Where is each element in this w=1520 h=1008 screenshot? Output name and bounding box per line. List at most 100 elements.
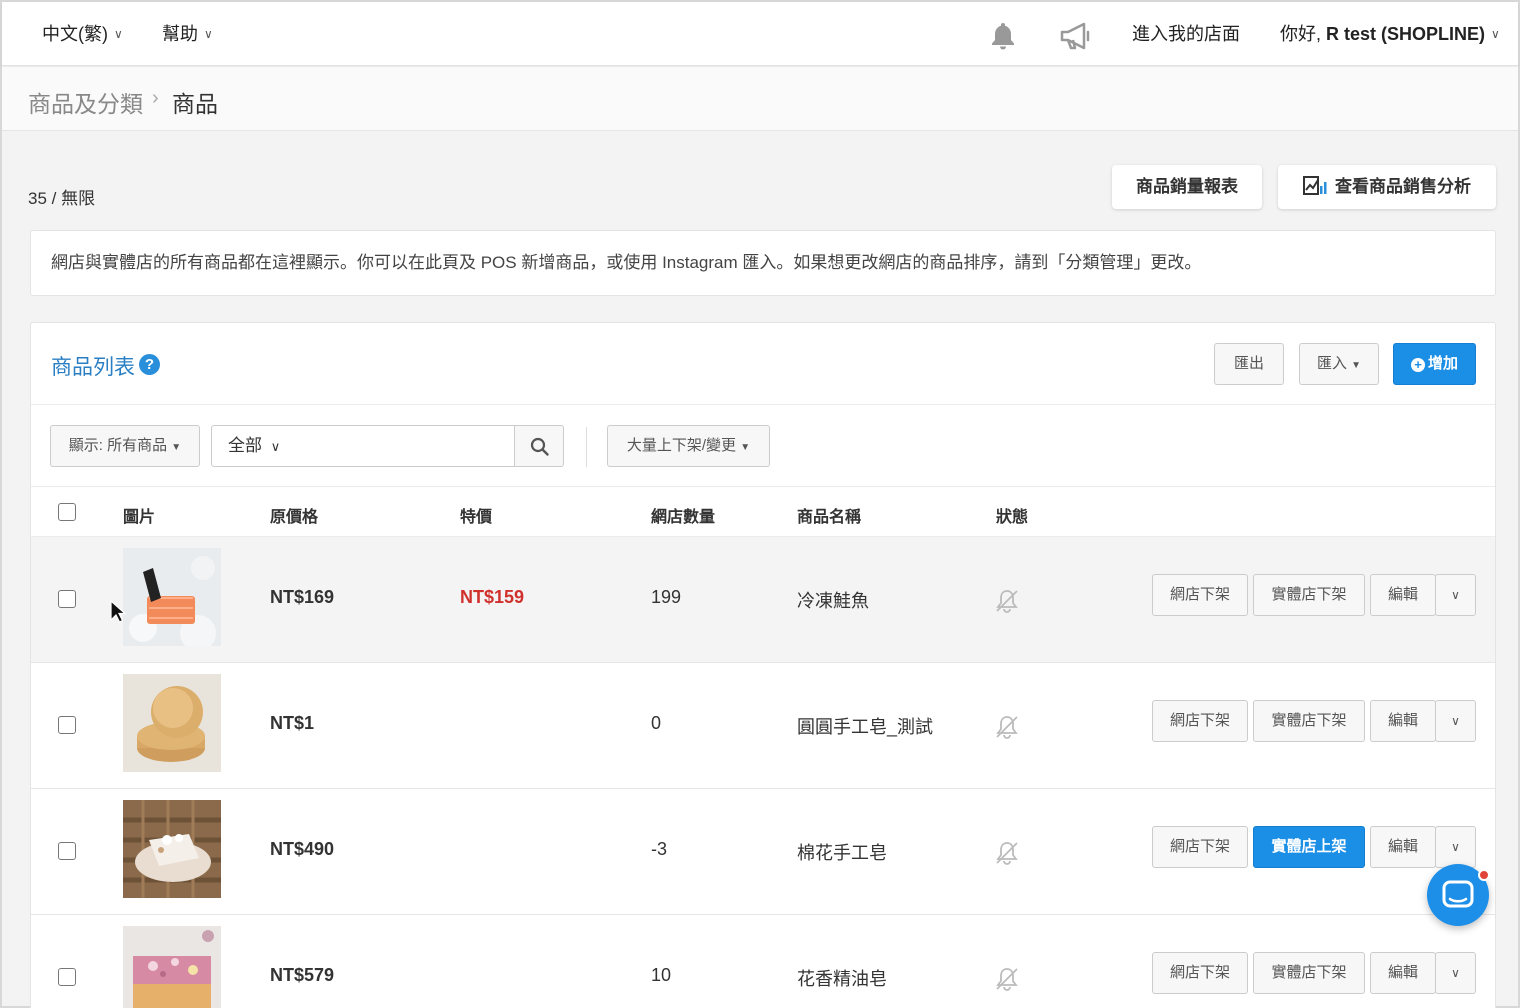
col-name[interactable]: 商品名稱 [797, 503, 861, 527]
export-label: 匯出 [1233, 355, 1264, 372]
product-image-salmon[interactable] [123, 548, 221, 646]
col-status: 狀態 [996, 509, 1029, 526]
caret-down-icon: ▼ [1351, 360, 1362, 371]
breadcrumb-separator: › [152, 87, 159, 109]
col-image: 圖片 [123, 509, 156, 526]
chevron-down-icon: ∨ [114, 27, 123, 41]
online-unpublish-button[interactable]: 網店下架 [1152, 574, 1248, 616]
add-label: 增加 [1427, 355, 1458, 372]
row-checkbox[interactable] [58, 842, 76, 860]
sales-analysis-label: 查看商品銷售分析 [1335, 177, 1471, 196]
product-list-panel: 商品列表 ? 匯出 匯入 ▼ + 增加 顯示: 所有商品 ▼ 全部 ∨ 大量上下架… [30, 322, 1496, 1008]
product-price: NT$1 [270, 713, 315, 733]
edit-button[interactable]: 編輯 [1370, 826, 1436, 868]
edit-label: 編輯 [1387, 586, 1418, 603]
edit-button[interactable]: 編輯 [1370, 952, 1436, 994]
store-publish-label: 實體店下架 [1271, 712, 1347, 729]
search-input[interactable] [295, 425, 515, 467]
product-qty: 199 [651, 587, 682, 607]
sales-analysis-button[interactable]: 查看商品銷售分析 [1278, 165, 1496, 209]
store-publish-button[interactable]: 實體店上架 [1253, 826, 1365, 868]
product-image-cotton-soap[interactable] [123, 800, 221, 898]
import-label: 匯入 [1316, 355, 1347, 372]
scope-dropdown[interactable]: 全部 ∨ [211, 425, 296, 467]
chevron-down-icon: ∨ [1451, 966, 1460, 980]
sales-report-button[interactable]: 商品銷量報表 [1112, 165, 1262, 209]
product-name[interactable]: 圓圓手工皂_測試 [797, 713, 933, 739]
product-name[interactable]: 花香精油皂 [797, 965, 887, 991]
sales-report-label: 商品銷量報表 [1136, 177, 1238, 196]
megaphone-icon[interactable] [1058, 20, 1094, 52]
chevron-down-icon: ∨ [270, 439, 281, 454]
product-quota: 35 / 無限 [28, 189, 96, 208]
top-bar: 中文(繁) ∨ 幫助 ∨ 進入我的店面 你好, R test (SHOPLINE) ∨ [2, 2, 1518, 66]
row-checkbox[interactable] [58, 968, 76, 986]
chart-icon [1303, 175, 1327, 195]
online-unpublish-button[interactable]: 網店下架 [1152, 700, 1248, 742]
add-product-button[interactable]: + 增加 [1393, 343, 1476, 385]
breadcrumb-parent[interactable]: 商品及分類 [28, 85, 143, 119]
more-actions-button[interactable]: ∨ [1435, 574, 1476, 616]
enter-store-link[interactable]: 進入我的店面 [1132, 2, 1240, 66]
edit-button[interactable]: 編輯 [1370, 574, 1436, 616]
edit-button[interactable]: 編輯 [1370, 700, 1436, 742]
panel-title: 商品列表 [51, 356, 135, 379]
divider [586, 427, 587, 467]
bell-icon[interactable] [987, 20, 1019, 52]
bell-off-icon [996, 590, 1018, 613]
show-filter-label: 顯示: 所有商品 [68, 437, 168, 454]
select-all-checkbox[interactable] [58, 503, 76, 521]
col-price[interactable]: 原價格 [270, 503, 318, 527]
export-button[interactable]: 匯出 [1214, 343, 1284, 385]
col-sale[interactable]: 特價 [460, 503, 492, 527]
user-menu[interactable]: 你好, R test (SHOPLINE) ∨ [1280, 2, 1500, 66]
greeting-prefix: 你好, [1280, 24, 1327, 44]
bell-off-icon [996, 842, 1018, 865]
product-image-flower-soap[interactable] [123, 926, 221, 1008]
help-icon[interactable]: ? [139, 354, 160, 375]
row-checkbox[interactable] [58, 716, 76, 734]
plus-circle-icon: + [1410, 358, 1425, 372]
col-qty[interactable]: 網店數量 [651, 503, 715, 527]
online-unpublish-button[interactable]: 網店下架 [1152, 826, 1248, 868]
store-publish-label: 實體店下架 [1271, 964, 1347, 981]
product-sale-price: NT$159 [460, 587, 525, 607]
product-name[interactable]: 冷凍鮭魚 [797, 587, 869, 613]
bulk-change-dropdown[interactable]: 大量上下架/變更 ▼ [607, 425, 770, 467]
more-actions-button[interactable]: ∨ [1435, 826, 1476, 868]
import-button[interactable]: 匯入 ▼ [1299, 343, 1379, 385]
chevron-down-icon: ∨ [1451, 840, 1460, 854]
show-filter-dropdown[interactable]: 顯示: 所有商品 ▼ [50, 425, 200, 467]
bell-off-icon [996, 968, 1018, 991]
more-actions-button[interactable]: ∨ [1435, 952, 1476, 994]
store-unpublish-button[interactable]: 實體店下架 [1253, 952, 1365, 994]
product-image-round-soap[interactable] [123, 674, 221, 772]
table-row[interactable]: NT$579 10 花香精油皂 網店下架 實體店下架 編輯 ∨ [31, 915, 1495, 1008]
notification-dot [1478, 869, 1490, 881]
language-label: 中文(繁) [42, 24, 108, 44]
caret-down-icon: ▼ [171, 442, 182, 453]
language-selector[interactable]: 中文(繁) ∨ [42, 2, 123, 66]
chevron-down-icon: ∨ [1451, 588, 1460, 602]
online-unpublish-label: 網店下架 [1169, 838, 1230, 855]
online-unpublish-button[interactable]: 網店下架 [1152, 952, 1248, 994]
table-row[interactable]: NT$490 -3 棉花手工皂 網店下架 實體店上架 編輯 ∨ [31, 789, 1495, 915]
search-icon [530, 437, 549, 456]
product-name[interactable]: 棉花手工皂 [797, 839, 887, 865]
breadcrumb: 商品及分類 › 商品 [2, 67, 1518, 131]
store-unpublish-button[interactable]: 實體店下架 [1253, 574, 1365, 616]
search-button[interactable] [514, 425, 564, 467]
table-row[interactable]: NT$1 0 圓圓手工皂_測試 網店下架 實體店下架 編輯 ∨ [31, 663, 1495, 789]
chevron-down-icon: ∨ [1491, 27, 1500, 41]
mouse-cursor-icon [110, 600, 126, 623]
info-banner: 網店與實體店的所有商品都在這裡顯示。你可以在此頁及 POS 新增商品，或使用 I… [30, 230, 1496, 296]
table-row[interactable]: NT$169 NT$159 199 冷凍鮭魚 網店下架 實體店下架 編輯 ∨ [31, 537, 1495, 663]
more-actions-button[interactable]: ∨ [1435, 700, 1476, 742]
product-price: NT$490 [270, 839, 335, 859]
product-price: NT$579 [270, 965, 335, 985]
bulk-change-label: 大量上下架/變更 [626, 437, 737, 454]
row-checkbox[interactable] [58, 590, 76, 608]
help-menu[interactable]: 幫助 ∨ [162, 2, 213, 66]
store-publish-label: 實體店上架 [1271, 838, 1347, 855]
store-unpublish-button[interactable]: 實體店下架 [1253, 700, 1365, 742]
